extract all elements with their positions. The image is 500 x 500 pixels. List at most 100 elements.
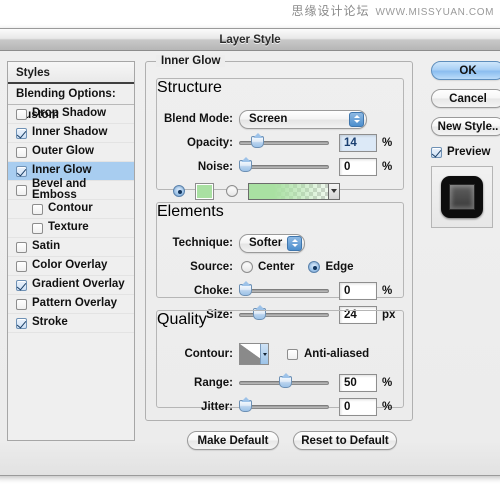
style-item-label: Inner Shadow <box>32 127 107 139</box>
style-item-inner-shadow[interactable]: Inner Shadow <box>8 124 134 143</box>
style-item-label: Color Overlay <box>32 260 107 272</box>
style-item-checkbox[interactable] <box>16 242 27 253</box>
style-item-checkbox[interactable] <box>16 166 27 177</box>
style-item-checkbox[interactable] <box>16 261 27 272</box>
noise-input[interactable]: 0 <box>339 158 377 176</box>
range-input[interactable]: 50 <box>339 374 377 392</box>
range-slider-thumb[interactable] <box>279 376 292 388</box>
preview-inner-glow-sample <box>449 184 475 210</box>
style-item-checkbox[interactable] <box>16 318 27 329</box>
jitter-slider-track <box>239 405 329 409</box>
opacity-slider[interactable] <box>239 136 329 150</box>
blend-mode-value: Screen <box>249 113 287 125</box>
jitter-slider[interactable] <box>239 400 329 414</box>
dialog-title: Layer Style <box>219 34 280 46</box>
blending-options-row[interactable]: Blending Options: Custom <box>8 84 134 105</box>
style-item-outer-glow[interactable]: Outer Glow <box>8 143 134 162</box>
new-style-button[interactable]: New Style.. <box>431 117 500 136</box>
cancel-label: Cancel <box>449 93 487 105</box>
range-unit: % <box>382 377 392 389</box>
opacity-slider-thumb[interactable] <box>251 136 264 148</box>
technique-label: Technique: <box>157 237 233 249</box>
style-item-checkbox[interactable] <box>16 147 27 158</box>
technique-select[interactable]: Softer <box>239 234 305 253</box>
choke-slider-thumb[interactable] <box>239 284 252 296</box>
style-item-checkbox[interactable] <box>16 299 27 310</box>
gradient-dropdown-icon[interactable] <box>328 184 339 199</box>
noise-slider[interactable] <box>239 160 329 174</box>
dialog-body: Styles Blending Options: Custom Drop Sha… <box>0 51 500 475</box>
contour-preset-swatch[interactable] <box>239 343 269 365</box>
source-center-radio[interactable] <box>241 261 253 273</box>
style-item-checkbox[interactable] <box>32 223 43 234</box>
chevron-updown-icon <box>349 112 364 127</box>
style-item-stroke[interactable]: Stroke <box>8 314 134 333</box>
technique-value: Softer <box>249 237 282 249</box>
source-label: Source: <box>157 261 233 273</box>
style-item-color-overlay[interactable]: Color Overlay <box>8 257 134 276</box>
choke-input[interactable]: 0 <box>339 282 377 300</box>
style-item-contour[interactable]: Contour <box>8 200 134 219</box>
style-item-label: Gradient Overlay <box>32 279 125 291</box>
style-item-checkbox[interactable] <box>16 185 27 196</box>
structure-group-title: Structure <box>157 79 222 96</box>
elements-group: Elements Technique: Softer Source: Cent <box>156 202 404 298</box>
noise-value: 0 <box>344 161 350 173</box>
noise-label: Noise: <box>157 161 233 173</box>
style-item-pattern-overlay[interactable]: Pattern Overlay <box>8 295 134 314</box>
styles-pane-header: Styles <box>8 62 134 84</box>
noise-slider-thumb[interactable] <box>239 160 252 172</box>
make-default-button[interactable]: Make Default <box>187 431 279 450</box>
preview-checkbox[interactable] <box>431 147 442 158</box>
choke-unit: % <box>382 285 392 297</box>
style-item-checkbox[interactable] <box>16 109 27 120</box>
dialog-titlebar[interactable]: Layer Style <box>0 29 500 51</box>
style-item-label: Pattern Overlay <box>32 298 117 310</box>
opacity-input[interactable]: 14 <box>339 134 377 152</box>
style-item-satin[interactable]: Satin <box>8 238 134 257</box>
elements-group-title: Elements <box>157 203 224 220</box>
style-item-checkbox[interactable] <box>16 280 27 291</box>
fill-type-gradient-radio[interactable] <box>226 185 238 197</box>
style-item-label: Contour <box>48 203 93 215</box>
blend-mode-select[interactable]: Screen <box>239 110 367 129</box>
noise-slider-track <box>239 165 329 169</box>
glow-color-swatch[interactable] <box>195 183 214 200</box>
style-item-gradient-overlay[interactable]: Gradient Overlay <box>8 276 134 295</box>
source-edge-radio[interactable] <box>308 261 320 273</box>
reset-to-default-button[interactable]: Reset to Default <box>293 431 397 450</box>
range-value: 50 <box>344 377 357 389</box>
choke-slider-track <box>239 289 329 293</box>
inner-glow-group-title: Inner Glow <box>156 55 225 67</box>
anti-aliased-checkbox[interactable] <box>287 349 298 360</box>
choke-value: 0 <box>344 285 350 297</box>
jitter-slider-thumb[interactable] <box>239 400 252 412</box>
preview-label: Preview <box>447 146 490 158</box>
glow-gradient-preview[interactable] <box>248 183 340 200</box>
structure-group: Structure Blend Mode: Screen Opacity: <box>156 78 404 190</box>
style-item-texture[interactable]: Texture <box>8 219 134 238</box>
preview-art <box>441 176 483 218</box>
range-slider[interactable] <box>239 376 329 390</box>
choke-slider[interactable] <box>239 284 329 298</box>
site-watermark: 思缘设计论坛 WWW.MISSYUAN.COM <box>292 2 495 19</box>
style-effects-list: Drop ShadowInner ShadowOuter GlowInner G… <box>8 105 134 333</box>
new-style-label: New Style.. <box>438 121 499 133</box>
opacity-label: Opacity: <box>157 137 233 149</box>
style-item-checkbox[interactable] <box>32 204 43 215</box>
watermark-url: WWW.MISSYUAN.COM <box>376 7 494 18</box>
jitter-input[interactable]: 0 <box>339 398 377 416</box>
source-center-label: Center <box>258 261 294 273</box>
chevron-updown-icon <box>287 236 302 251</box>
dialog-actions: OK Cancel New Style.. Preview <box>431 61 500 228</box>
layer-preview-thumbnail <box>431 166 493 228</box>
style-item-checkbox[interactable] <box>16 128 27 139</box>
fill-type-color-radio[interactable] <box>173 185 185 197</box>
ok-label: OK <box>459 65 476 77</box>
contour-dropdown-icon[interactable] <box>260 344 268 364</box>
cancel-button[interactable]: Cancel <box>431 89 500 108</box>
ok-button[interactable]: OK <box>431 61 500 80</box>
preview-toggle-row[interactable]: Preview <box>431 146 500 158</box>
style-item-bevel-and-emboss[interactable]: Bevel and Emboss <box>8 181 134 200</box>
contour-label: Contour: <box>157 348 233 360</box>
